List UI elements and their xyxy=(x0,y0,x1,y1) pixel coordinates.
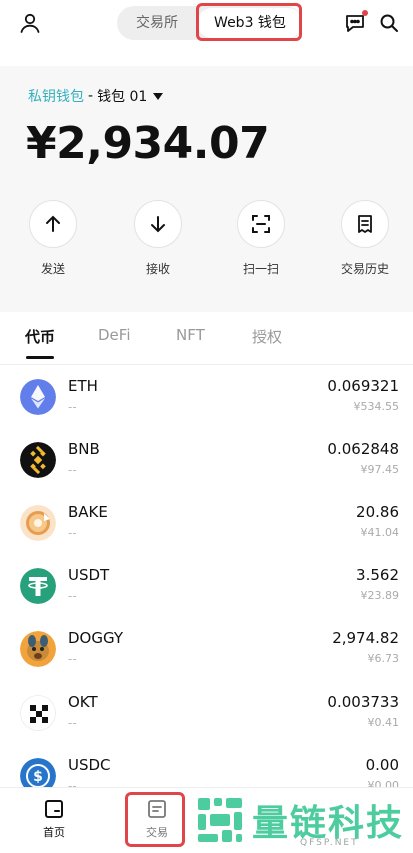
token-amount: 20.86 xyxy=(356,503,399,521)
scan-icon xyxy=(237,200,285,248)
nav-home-label: 首页 xyxy=(43,826,65,839)
history-icon xyxy=(341,200,389,248)
token-amount: 0.00 xyxy=(365,756,399,774)
nav-home[interactable]: 首页 xyxy=(24,798,84,840)
arrow-up-icon xyxy=(29,200,77,248)
caret-down-icon xyxy=(153,92,164,100)
token-symbol: BAKE xyxy=(68,503,108,521)
wallet-name: 钱包 01 xyxy=(97,89,148,105)
receive-action[interactable]: 接收 xyxy=(123,200,193,277)
history-label: 交易历史 xyxy=(340,262,389,276)
token-symbol: USDC xyxy=(68,756,111,774)
notification-dot xyxy=(362,10,368,16)
token-symbol: OKT xyxy=(68,693,98,711)
scan-action[interactable]: 扫一扫 xyxy=(226,200,296,277)
active-tab-indicator xyxy=(26,356,54,359)
token-symbol: ETH xyxy=(68,377,98,395)
token-row-usdt[interactable]: USDT -- 3.562 ¥23.89 xyxy=(0,556,413,619)
watermark-logo-icon xyxy=(194,794,246,846)
token-row-eth[interactable]: ETH -- 0.069321 ¥534.55 xyxy=(0,367,413,430)
tab-tokens[interactable]: 代币 xyxy=(25,326,55,347)
token-fiat-value: ¥0.41 xyxy=(367,716,400,729)
divider xyxy=(0,364,413,365)
profile-icon[interactable] xyxy=(18,11,42,35)
tab-nft[interactable]: NFT xyxy=(176,326,205,344)
token-fiat-value: ¥534.55 xyxy=(353,400,400,413)
token-subtitle: -- xyxy=(68,526,77,540)
wallet-summary: 私钥钱包 - 钱包 01 ¥2,934.07 发送 接收 扫一扫 交易历史 xyxy=(0,66,413,312)
token-row-okt[interactable]: OKT -- 0.003733 ¥0.41 xyxy=(0,683,413,746)
search-icon[interactable] xyxy=(378,12,400,34)
top-bar: 交易所 Web3 钱包 xyxy=(0,0,413,46)
token-amount: 2,974.82 xyxy=(332,629,399,647)
mode-switch: 交易所 Web3 钱包 xyxy=(117,6,303,40)
token-fiat-value: ¥41.04 xyxy=(360,526,400,539)
watermark-url: QFSP.NET xyxy=(300,838,359,848)
tab-exchange[interactable]: 交易所 xyxy=(117,6,197,40)
home-icon xyxy=(43,798,65,820)
token-symbol: USDT xyxy=(68,566,110,584)
arrow-down-icon xyxy=(134,200,182,248)
token-fiat-value: ¥6.73 xyxy=(367,652,400,665)
scan-label: 扫一扫 xyxy=(242,262,279,276)
token-row-bake[interactable]: BAKE -- 20.86 ¥41.04 xyxy=(0,493,413,556)
trade-icon xyxy=(146,798,168,820)
token-amount: 0.062848 xyxy=(327,440,399,458)
wallet-type-label: 私钥钱包 xyxy=(28,89,84,105)
okt-logo-icon xyxy=(20,695,56,731)
token-row-doggy[interactable]: DOGGY -- 2,974.82 ¥6.73 xyxy=(0,619,413,682)
wallet-separator: - xyxy=(88,88,94,104)
total-balance: ¥2,934.07 xyxy=(26,118,270,169)
svg-text:$: $ xyxy=(33,769,43,785)
token-subtitle: -- xyxy=(68,589,77,603)
token-subtitle: -- xyxy=(68,400,77,414)
token-subtitle: -- xyxy=(68,652,77,666)
tab-approvals[interactable]: 授权 xyxy=(252,326,282,347)
bnb-logo-icon xyxy=(20,442,56,478)
send-action[interactable]: 发送 xyxy=(18,200,88,277)
nav-trade-label: 交易 xyxy=(146,826,168,839)
token-amount: 0.069321 xyxy=(327,377,399,395)
token-amount: 3.562 xyxy=(356,566,399,584)
token-amount: 0.003733 xyxy=(327,693,399,711)
token-row-bnb[interactable]: BNB -- 0.062848 ¥97.45 xyxy=(0,430,413,493)
receive-label: 接收 xyxy=(145,262,170,276)
token-subtitle: -- xyxy=(68,463,77,477)
bake-logo-icon xyxy=(20,505,56,541)
token-fiat-value: ¥23.89 xyxy=(360,589,400,602)
tab-web3-wallet[interactable]: Web3 钱包 xyxy=(197,8,303,38)
wallet-selector[interactable]: 私钥钱包 - 钱包 01 xyxy=(28,84,164,108)
send-label: 发送 xyxy=(40,262,65,276)
eth-logo-icon xyxy=(20,379,56,415)
nav-trade[interactable]: 交易 xyxy=(127,798,187,840)
usdt-logo-icon xyxy=(20,568,56,604)
token-subtitle: -- xyxy=(68,716,77,730)
doggy-logo-icon xyxy=(20,631,56,667)
token-symbol: BNB xyxy=(68,440,100,458)
token-fiat-value: ¥97.45 xyxy=(360,463,400,476)
watermark: 量链科技 QFSP.NET xyxy=(190,790,413,853)
history-action[interactable]: 交易历史 xyxy=(330,200,400,277)
asset-tabs: 代币 DeFi NFT 授权 xyxy=(0,326,413,364)
tab-defi[interactable]: DeFi xyxy=(98,326,130,344)
token-symbol: DOGGY xyxy=(68,629,124,647)
